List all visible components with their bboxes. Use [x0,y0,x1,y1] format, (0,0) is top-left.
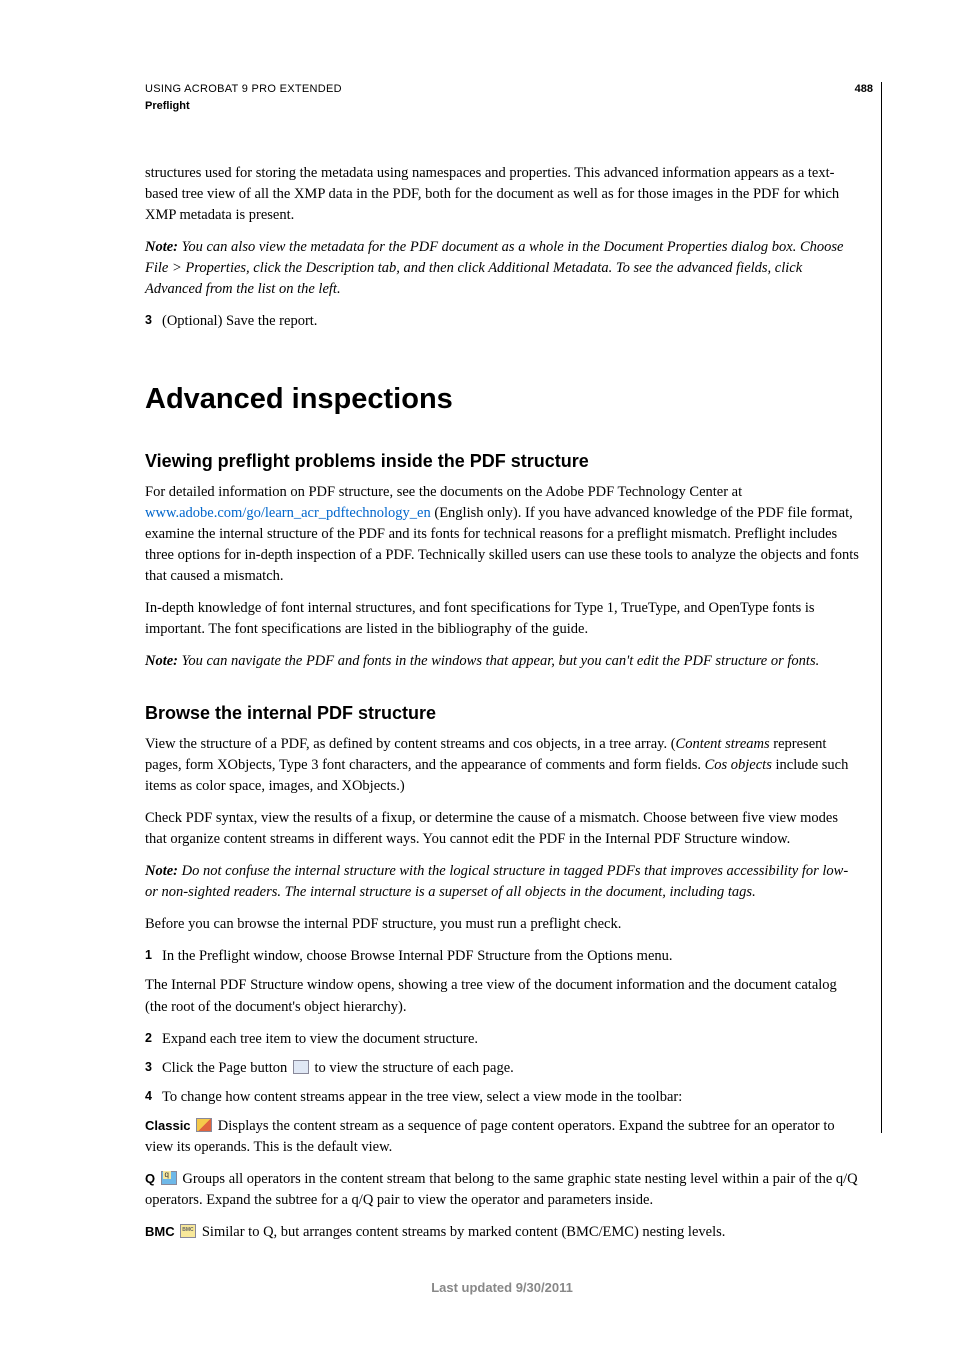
note-label: Note: [145,863,178,879]
note-text: You can also view the metadata for the P… [145,239,843,297]
classic-icon [196,1118,212,1132]
page-number: 488 [855,83,873,95]
step3-after: to view the structure of each page. [311,1060,514,1076]
step-text: (Optional) Save the report. [162,311,859,332]
bmc-label: BMC [145,1224,175,1239]
q-text: Groups all operators in the content stre… [145,1171,858,1208]
header-left: USING ACROBAT 9 PRO EXTENDED Preflight [145,82,342,115]
step-3: 3 Click the Page button to view the stru… [145,1058,859,1079]
step-text: Click the Page button to view the struct… [162,1058,859,1079]
step-number: 3 [145,1058,162,1079]
section2-p4: The Internal PDF Structure window opens,… [145,975,859,1017]
page-button-icon [293,1060,309,1074]
doc-section: Preflight [145,99,342,115]
note-text: Do not confuse the internal structure wi… [145,863,848,900]
section2-note: Note: Do not confuse the internal struct… [145,861,859,903]
intro-paragraph: structures used for storing the metadata… [145,163,859,226]
pdf-tech-link[interactable]: www.adobe.com/go/learn_acr_pdftechnology… [145,505,431,521]
doc-title: USING ACROBAT 9 PRO EXTENDED [145,82,342,98]
step-number: 2 [145,1029,162,1050]
content-streams-term: Content streams [676,736,770,752]
q-mode: Q Groups all operators in the content st… [145,1169,859,1211]
step-4: 4 To change how content streams appear i… [145,1087,859,1108]
p1-before: View the structure of a PDF, as defined … [145,736,676,752]
step-2: 2 Expand each tree item to view the docu… [145,1029,859,1050]
step-number: 1 [145,946,162,967]
step-text: To change how content streams appear in … [162,1087,859,1108]
heading-viewing-preflight: Viewing preflight problems inside the PD… [145,448,859,474]
heading-advanced-inspections: Advanced inspections [145,378,859,420]
note-text: You can navigate the PDF and fonts in th… [178,653,819,669]
section1-p2: In-depth knowledge of font internal stru… [145,598,859,640]
step-text: Expand each tree item to view the docume… [162,1029,859,1050]
bmc-text: Similar to Q, but arranges content strea… [198,1224,725,1240]
classic-label: Classic [145,1118,191,1133]
section2-p1: View the structure of a PDF, as defined … [145,734,859,797]
step-1: 1 In the Preflight window, choose Browse… [145,946,859,967]
step3-before: Click the Page button [162,1060,291,1076]
step-text: In the Preflight window, choose Browse I… [162,946,859,967]
classic-text: Displays the content stream as a sequenc… [145,1118,835,1155]
classic-mode: Classic Displays the content stream as a… [145,1116,859,1158]
page-header: USING ACROBAT 9 PRO EXTENDED Preflight 4… [145,82,859,115]
cos-objects-term: Cos objects [705,757,772,773]
intro-note: Note: You can also view the metadata for… [145,237,859,300]
step-number: 4 [145,1087,162,1108]
step-number: 3 [145,311,162,332]
section1-p1: For detailed information on PDF structur… [145,482,859,587]
last-updated: Last updated 9/30/2011 [145,1279,859,1298]
note-label: Note: [145,653,178,669]
bmc-mode: BMC Similar to Q, but arranges content s… [145,1222,859,1243]
page-number-rule: 488 [855,82,882,1133]
section2-p2: Check PDF syntax, view the results of a … [145,808,859,850]
heading-browse-internal: Browse the internal PDF structure [145,700,859,726]
q-icon [161,1171,177,1185]
section2-p3: Before you can browse the internal PDF s… [145,914,859,935]
q-label: Q [145,1171,155,1186]
bmc-icon [180,1224,196,1238]
p1-before: For detailed information on PDF structur… [145,484,742,500]
section1-note: Note: You can navigate the PDF and fonts… [145,651,859,672]
note-label: Note: [145,239,178,255]
step-3: 3 (Optional) Save the report. [145,311,859,332]
